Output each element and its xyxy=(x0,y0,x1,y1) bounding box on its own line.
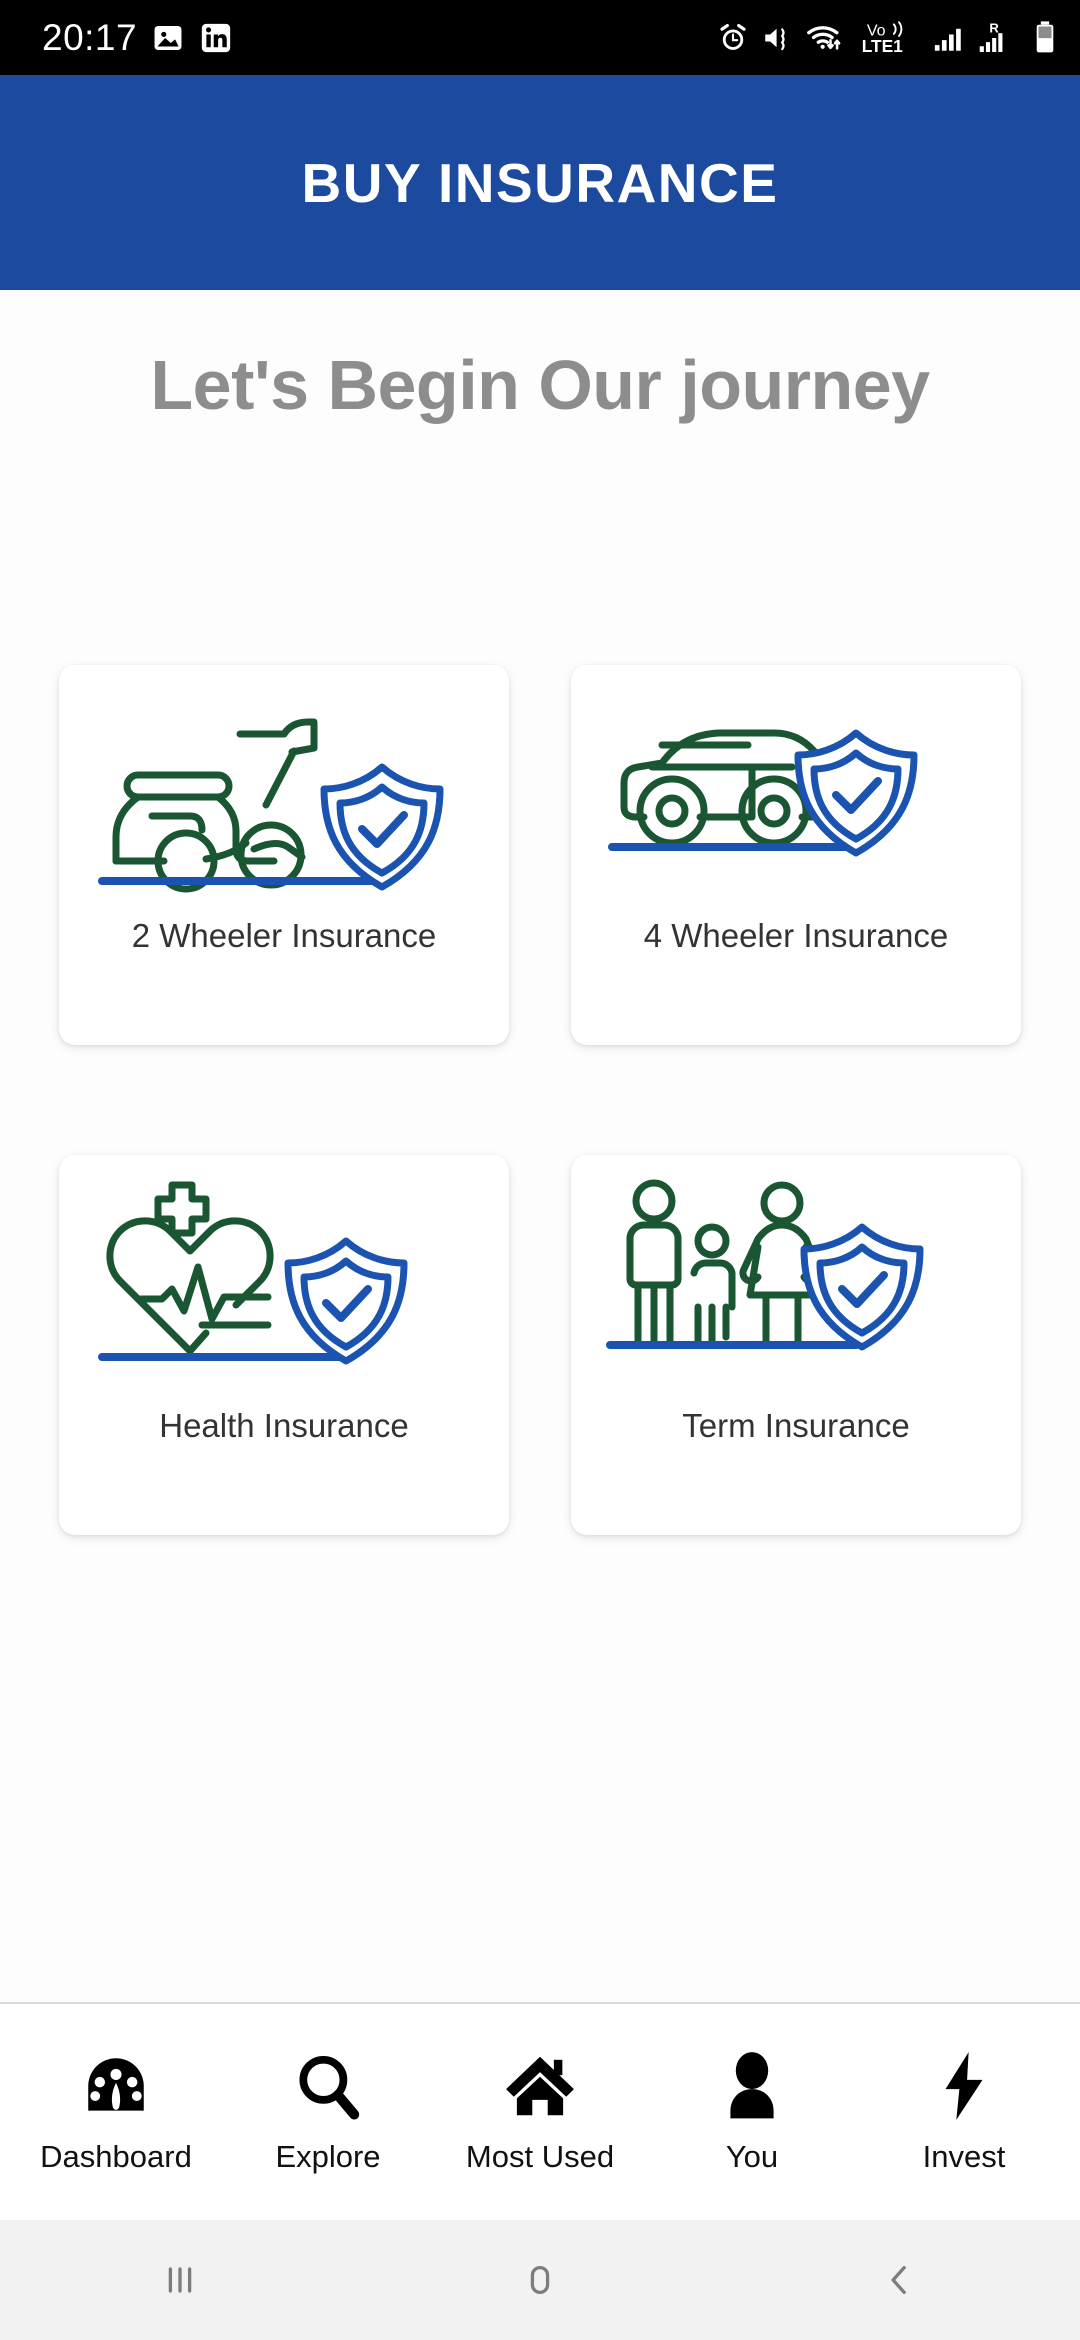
nav-item-invest[interactable]: Invest xyxy=(858,2049,1070,2175)
svg-text:R: R xyxy=(989,20,999,35)
wifi-data-icon xyxy=(806,21,848,55)
card-4-wheeler-insurance[interactable]: 4 Wheeler Insurance xyxy=(571,665,1021,1045)
android-navigation-bar xyxy=(0,2220,1080,2340)
card-label: 2 Wheeler Insurance xyxy=(131,917,437,954)
nav-label: You xyxy=(725,2139,779,2174)
home-icon xyxy=(503,2049,577,2123)
status-bar-left: 20:17 xyxy=(42,17,233,59)
main-content: Let's Begin Our journey 2 Wheeler Insura… xyxy=(0,290,1080,2002)
nav-label: Explore xyxy=(275,2139,381,2174)
nav-label: Invest xyxy=(922,2139,1006,2174)
app-bar: BUY INSURANCE xyxy=(0,75,1080,290)
card-label: Term Insurance xyxy=(682,1407,910,1444)
insurance-card-grid: 2 Wheeler Insurance 4 Wheeler Insurance … xyxy=(59,665,1021,1535)
nav-label: Dashboard xyxy=(40,2139,192,2174)
heart-shield-icon xyxy=(59,1155,509,1405)
phone-screen: 20:17 Vo LTE1 R BUY INSURANCE Let's Begi… xyxy=(0,0,1080,2340)
speedometer-icon xyxy=(79,2049,153,2123)
card-label: Health Insurance xyxy=(159,1407,409,1444)
lightning-bolt-icon xyxy=(927,2049,1001,2123)
scooter-shield-icon xyxy=(59,665,509,915)
page-heading: Let's Begin Our journey xyxy=(150,346,930,424)
back-icon[interactable] xyxy=(800,2220,1000,2340)
home-icon[interactable] xyxy=(440,2220,640,2340)
status-bar: 20:17 Vo LTE1 R xyxy=(0,0,1080,75)
nav-label: Most Used xyxy=(465,2139,615,2174)
volte1-icon: Vo LTE1 xyxy=(859,20,921,56)
car-shield-icon xyxy=(571,665,1021,915)
mute-vibrate-icon xyxy=(761,21,795,55)
svg-text:LTE1: LTE1 xyxy=(862,36,903,56)
card-health-insurance[interactable]: Health Insurance xyxy=(59,1155,509,1535)
alarm-icon xyxy=(716,21,750,55)
app-bar-title: BUY INSURANCE xyxy=(301,151,779,214)
search-icon xyxy=(291,2049,365,2123)
linkedin-icon xyxy=(199,21,233,55)
nav-item-most-used[interactable]: Most Used xyxy=(434,2049,646,2175)
image-icon xyxy=(151,21,185,55)
card-label: 4 Wheeler Insurance xyxy=(643,917,949,954)
roaming-signal-icon: R xyxy=(977,20,1021,56)
status-bar-clock: 20:17 xyxy=(42,16,138,58)
status-bar-right: Vo LTE1 R xyxy=(716,20,1058,56)
card-2-wheeler-insurance[interactable]: 2 Wheeler Insurance xyxy=(59,665,509,1045)
person-icon xyxy=(715,2049,789,2123)
nav-item-explore[interactable]: Explore xyxy=(222,2049,434,2175)
nav-item-you[interactable]: You xyxy=(646,2049,858,2175)
card-term-insurance[interactable]: Term Insurance xyxy=(571,1155,1021,1535)
battery-icon xyxy=(1032,20,1058,56)
family-shield-icon xyxy=(571,1155,1021,1405)
bottom-navigation-bar: Dashboard Explore Most Used You Invest xyxy=(0,2002,1080,2220)
nav-item-dashboard[interactable]: Dashboard xyxy=(10,2049,222,2175)
recents-icon[interactable] xyxy=(80,2220,280,2340)
signal-bars-icon xyxy=(932,21,966,55)
